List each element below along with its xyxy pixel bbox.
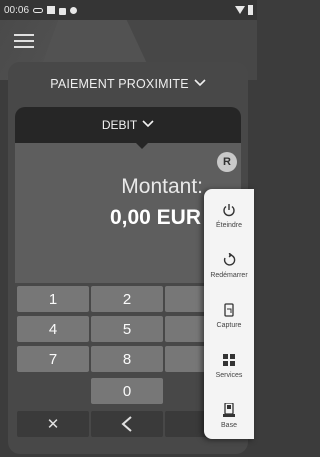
restart-item[interactable]: Redémarrer (204, 241, 254, 289)
status-right-icons (235, 5, 253, 15)
battery-icon (248, 5, 253, 15)
grid-icon (221, 352, 237, 368)
services-item[interactable]: Services (204, 341, 254, 389)
transaction-type-selector[interactable]: DEBIT (15, 107, 241, 143)
selector-pointer (136, 143, 148, 149)
power-menu: Éteindre Redémarrer Capture Services Bas… (204, 189, 254, 439)
lock-icon (59, 7, 67, 15)
device-icon (221, 402, 237, 418)
payment-mode-label: PAIEMENT PROXIMITE (50, 77, 189, 91)
clear-button[interactable]: ✕ (17, 411, 89, 437)
transaction-type-label: DEBIT (101, 118, 138, 132)
capture-item[interactable]: Capture (204, 291, 254, 339)
status-badge[interactable]: R (217, 152, 237, 172)
backspace-button[interactable] (91, 411, 163, 437)
base-label: Base (221, 421, 237, 429)
notification-icon (47, 6, 56, 14)
key-1[interactable]: 1 (17, 286, 89, 312)
amount-label: Montant: (121, 175, 203, 198)
key-5[interactable]: 5 (91, 316, 163, 342)
power-off-label: Éteindre (215, 221, 243, 229)
chevron-down-icon (194, 78, 206, 90)
services-label: Services (215, 371, 243, 379)
vpn-key-icon (33, 7, 44, 13)
base-item[interactable]: Base (204, 391, 254, 439)
key-4[interactable]: 4 (17, 316, 89, 342)
key-2[interactable]: 2 (91, 286, 163, 312)
chevron-left-icon (121, 416, 132, 432)
chevron-down-icon (142, 119, 154, 131)
menu-icon[interactable] (14, 34, 34, 48)
wifi-icon (235, 6, 245, 14)
status-bar: 00:06 (0, 0, 257, 20)
screenshot-icon (221, 302, 237, 318)
power-off-item[interactable]: Éteindre (204, 191, 254, 239)
amount-value: 0,00 EUR (109, 206, 201, 229)
restart-icon (221, 252, 237, 268)
key-7[interactable]: 7 (17, 346, 89, 372)
payment-mode-selector[interactable]: PAIEMENT PROXIMITE (8, 62, 248, 106)
status-time: 00:06 (4, 4, 30, 16)
power-icon (221, 202, 237, 218)
dot-icon (70, 6, 78, 14)
key-0[interactable]: 0 (91, 378, 163, 404)
key-8[interactable]: 8 (91, 346, 163, 372)
capture-label: Capture (216, 321, 242, 329)
restart-label: Redémarrer (210, 271, 248, 279)
close-icon: ✕ (46, 416, 60, 433)
